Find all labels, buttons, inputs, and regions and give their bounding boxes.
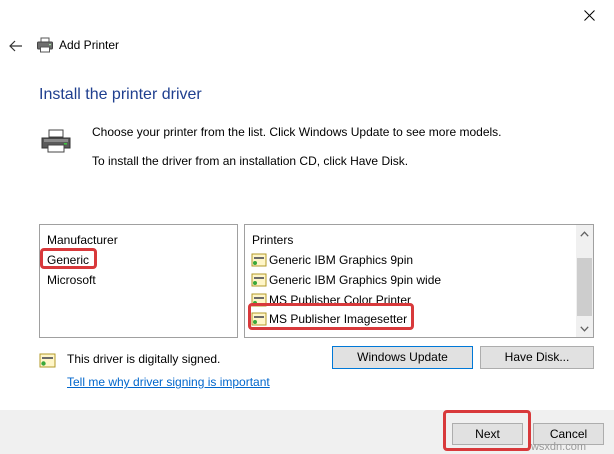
printer-item-label: Generic IBM Graphics 9pin wide xyxy=(269,273,442,287)
printer-item[interactable]: Generic IBM Graphics 9pin wide xyxy=(251,271,441,289)
driver-signed-status: This driver is digitally signed. xyxy=(67,352,221,366)
highlight-box-next xyxy=(443,410,531,451)
arrow-left-icon xyxy=(9,40,22,52)
windows-update-button[interactable]: Windows Update xyxy=(332,346,473,369)
instruction-text-1: Choose your printer from the list. Click… xyxy=(92,125,502,139)
manufacturer-list[interactable]: Manufacturer Generic Microsoft xyxy=(39,224,238,338)
driver-signing-link[interactable]: Tell me why driver signing is important xyxy=(67,375,270,389)
printers-list-header: Printers xyxy=(252,233,294,247)
printers-scrollbar[interactable] xyxy=(576,225,593,337)
printer-item[interactable]: Generic IBM Graphics 9pin xyxy=(251,251,413,269)
manufacturer-item-microsoft[interactable]: Microsoft xyxy=(47,272,96,288)
scroll-up-button[interactable] xyxy=(576,225,593,242)
instruction-text-2: To install the driver from an installati… xyxy=(92,154,409,168)
window-title: Add Printer xyxy=(59,38,120,52)
signed-driver-icon xyxy=(251,273,267,287)
back-button[interactable] xyxy=(6,36,26,56)
chevron-down-icon xyxy=(580,325,589,332)
signed-driver-icon xyxy=(251,253,267,267)
scroll-down-button[interactable] xyxy=(576,320,593,337)
printer-item-label: Generic IBM Graphics 9pin xyxy=(269,253,414,267)
printer-driver-icon xyxy=(41,129,71,153)
page-heading: Install the printer driver xyxy=(39,86,202,103)
highlight-box-generic xyxy=(40,248,97,269)
chevron-up-icon xyxy=(580,230,589,237)
printer-icon xyxy=(37,37,53,53)
signed-driver-icon xyxy=(39,353,56,368)
manufacturer-list-header: Manufacturer xyxy=(47,233,118,247)
close-button[interactable] xyxy=(566,0,612,30)
highlight-box-imagesetter xyxy=(248,303,414,330)
close-icon xyxy=(583,9,595,21)
watermark: wsxdn.com xyxy=(530,441,586,453)
scroll-thumb[interactable] xyxy=(577,258,592,316)
have-disk-button[interactable]: Have Disk... xyxy=(480,346,594,369)
